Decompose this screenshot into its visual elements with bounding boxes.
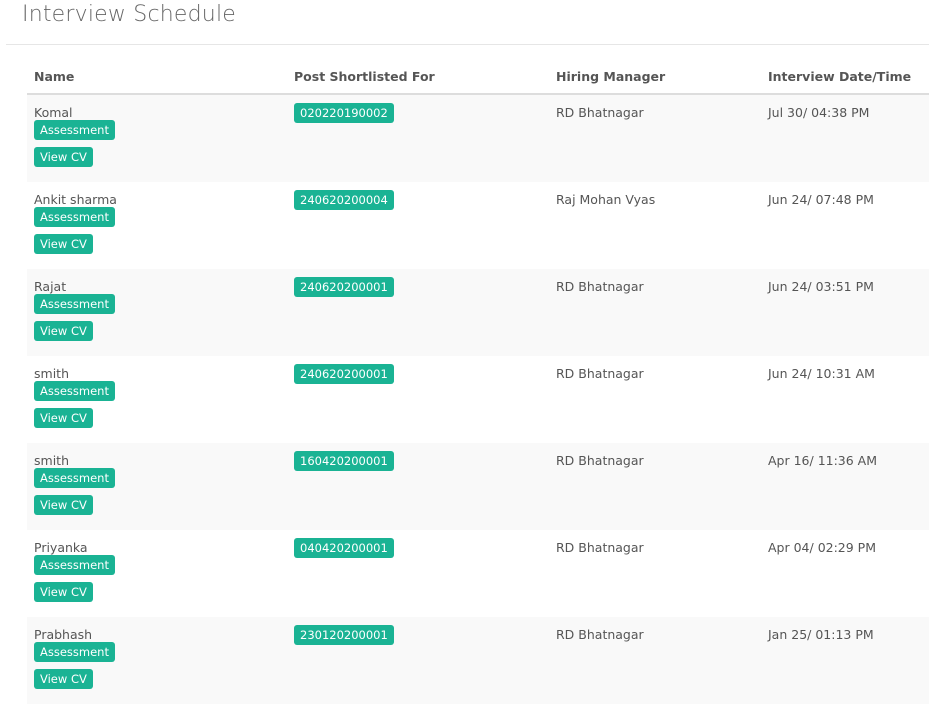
post-cell: 040420200001 (294, 538, 394, 558)
page-title: Interview Schedule (22, 2, 236, 27)
title-divider (6, 44, 929, 45)
view-cv-button[interactable]: View CV (34, 321, 93, 341)
interview-datetime-cell: Jun 24/ 03:51 PM (768, 279, 874, 294)
header-post: Post Shortlisted For (294, 69, 435, 84)
name-cell: Rajat Assessment View CV (34, 279, 115, 341)
name-cell: Prabhash Assessment View CV (34, 627, 115, 689)
assessment-button[interactable]: Assessment (34, 120, 115, 140)
post-cell: 230120200001 (294, 625, 394, 645)
post-cell: 240620200004 (294, 190, 394, 210)
name-cell: Priyanka Assessment View CV (34, 540, 115, 602)
post-id-badge[interactable]: 040420200001 (294, 538, 394, 558)
candidate-name: Priyanka (34, 540, 88, 555)
candidate-name: smith (34, 366, 69, 381)
hiring-manager-cell: RD Bhatnagar (556, 105, 644, 120)
assessment-button[interactable]: Assessment (34, 642, 115, 662)
table-header: Name Post Shortlisted For Hiring Manager… (27, 60, 929, 95)
post-cell: 240620200001 (294, 364, 394, 384)
assessment-button[interactable]: Assessment (34, 294, 115, 314)
candidate-name: smith (34, 453, 69, 468)
interview-schedule-table: Name Post Shortlisted For Hiring Manager… (27, 60, 929, 704)
name-cell: smith Assessment View CV (34, 453, 115, 515)
header-hiring-manager: Hiring Manager (556, 69, 666, 84)
hiring-manager-cell: RD Bhatnagar (556, 627, 644, 642)
post-cell: 020220190002 (294, 103, 394, 123)
table-row: Ankit sharma Assessment View CV 24062020… (27, 182, 929, 269)
hiring-manager-cell: Raj Mohan Vyas (556, 192, 656, 207)
table-row: smith Assessment View CV 160420200001 RD… (27, 443, 929, 530)
hiring-manager-cell: RD Bhatnagar (556, 540, 644, 555)
post-id-badge[interactable]: 240620200001 (294, 364, 394, 384)
header-interview-datetime: Interview Date/Time (768, 69, 912, 84)
post-id-badge[interactable]: 230120200001 (294, 625, 394, 645)
candidate-name: Komal (34, 105, 73, 120)
assessment-button[interactable]: Assessment (34, 207, 115, 227)
interview-datetime-cell: Jan 25/ 01:13 PM (768, 627, 874, 642)
assessment-button[interactable]: Assessment (34, 555, 115, 575)
hiring-manager-cell: RD Bhatnagar (556, 453, 644, 468)
assessment-button[interactable]: Assessment (34, 381, 115, 401)
view-cv-button[interactable]: View CV (34, 408, 93, 428)
post-cell: 160420200001 (294, 451, 394, 471)
view-cv-button[interactable]: View CV (34, 495, 93, 515)
post-id-badge[interactable]: 160420200001 (294, 451, 394, 471)
interview-datetime-cell: Jun 24/ 07:48 PM (768, 192, 874, 207)
view-cv-button[interactable]: View CV (34, 234, 93, 254)
table-row: Komal Assessment View CV 020220190002 RD… (27, 95, 929, 182)
header-name: Name (34, 69, 75, 84)
interview-datetime-cell: Jul 30/ 04:38 PM (768, 105, 870, 120)
table-row: smith Assessment View CV 240620200001 RD… (27, 356, 929, 443)
name-cell: smith Assessment View CV (34, 366, 115, 428)
candidate-name: Ankit sharma (34, 192, 117, 207)
assessment-button[interactable]: Assessment (34, 468, 115, 488)
name-cell: Ankit sharma Assessment View CV (34, 192, 117, 254)
hiring-manager-cell: RD Bhatnagar (556, 366, 644, 381)
hiring-manager-cell: RD Bhatnagar (556, 279, 644, 294)
post-id-badge[interactable]: 240620200001 (294, 277, 394, 297)
candidate-name: Prabhash (34, 627, 93, 642)
table-row: Prabhash Assessment View CV 230120200001… (27, 617, 929, 704)
post-cell: 240620200001 (294, 277, 394, 297)
interview-datetime-cell: Apr 16/ 11:36 AM (768, 453, 878, 468)
interview-datetime-cell: Jun 24/ 10:31 AM (768, 366, 875, 381)
post-id-badge[interactable]: 020220190002 (294, 103, 394, 123)
table-row: Rajat Assessment View CV 240620200001 RD… (27, 269, 929, 356)
view-cv-button[interactable]: View CV (34, 582, 93, 602)
view-cv-button[interactable]: View CV (34, 147, 93, 167)
candidate-name: Rajat (34, 279, 67, 294)
interview-datetime-cell: Apr 04/ 02:29 PM (768, 540, 877, 555)
table-row: Priyanka Assessment View CV 040420200001… (27, 530, 929, 617)
post-id-badge[interactable]: 240620200004 (294, 190, 394, 210)
view-cv-button[interactable]: View CV (34, 669, 93, 689)
name-cell: Komal Assessment View CV (34, 105, 115, 167)
